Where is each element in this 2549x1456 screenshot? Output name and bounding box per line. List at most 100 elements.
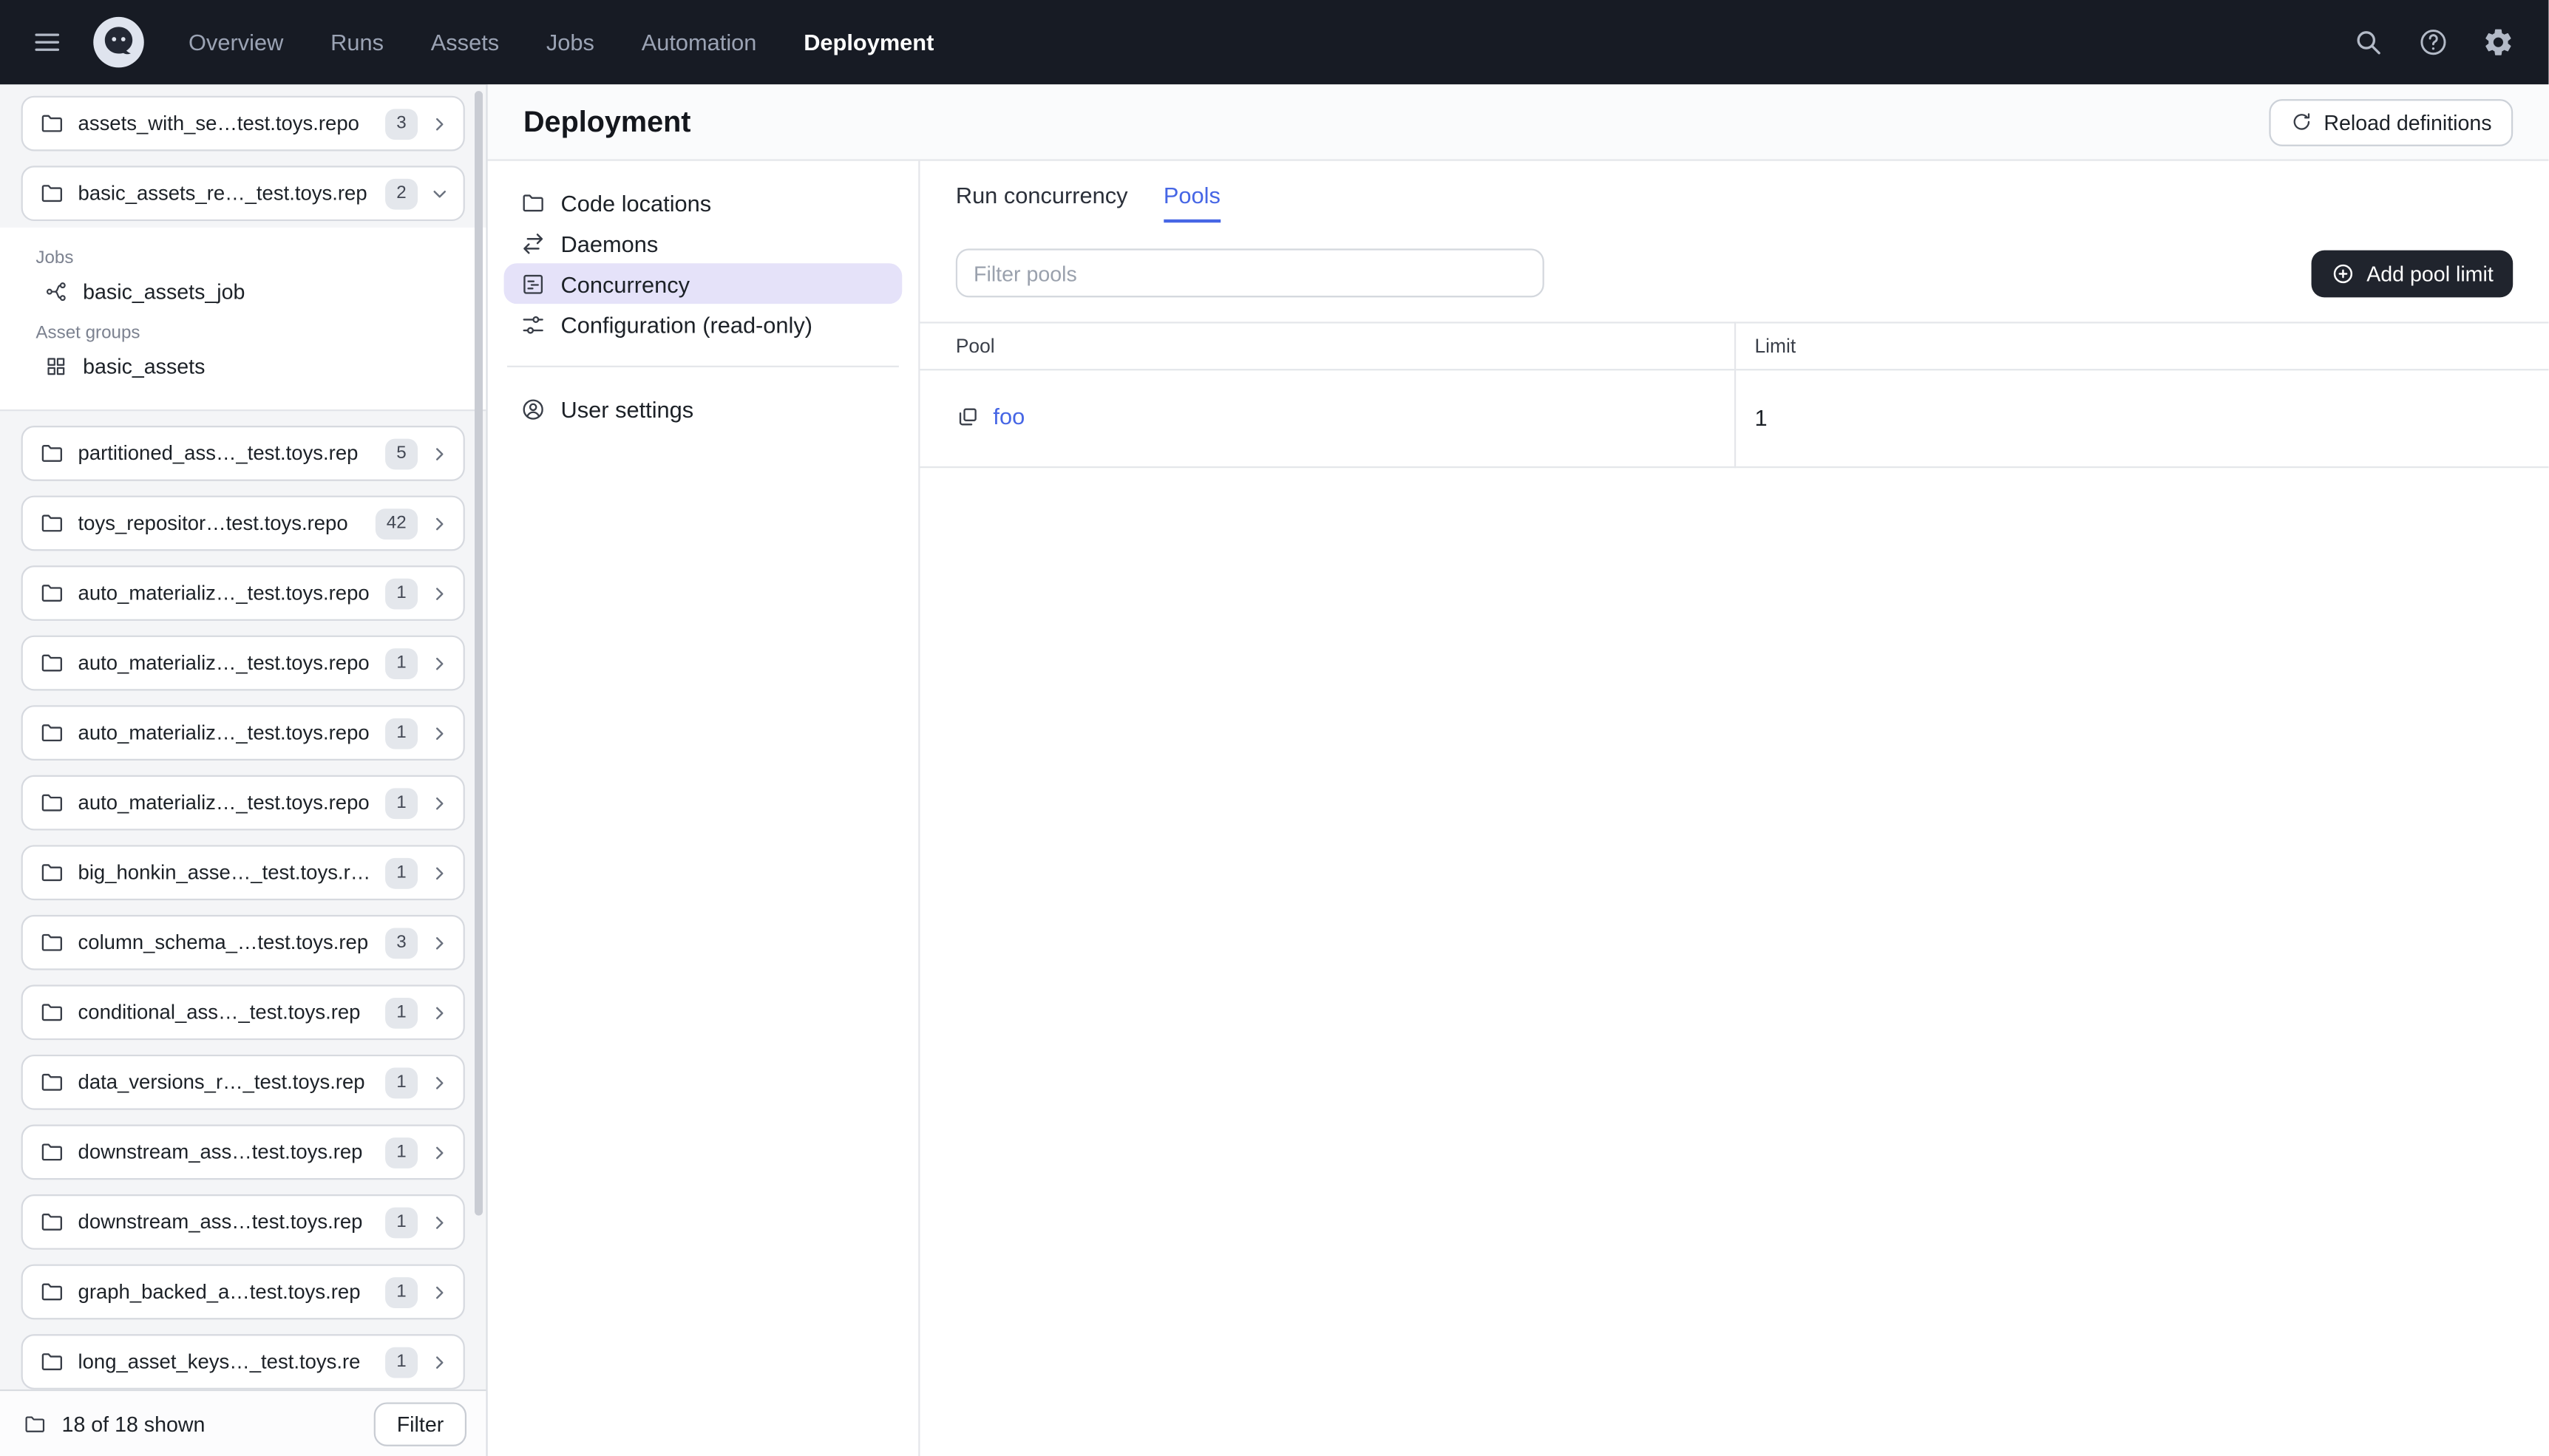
add-pool-limit-button[interactable]: Add pool limit bbox=[2311, 249, 2514, 297]
chevron-right-icon[interactable] bbox=[431, 115, 449, 132]
chevron-right-icon[interactable] bbox=[431, 1283, 449, 1301]
repo-item[interactable]: auto_materializ…_test.toys.repo 1 bbox=[21, 635, 465, 691]
repo-name: long_asset_keys…_test.toys.re bbox=[78, 1350, 361, 1373]
repo-item[interactable]: partitioned_ass…_test.toys.rep 5 bbox=[21, 426, 465, 481]
folder-icon bbox=[520, 189, 546, 215]
folder-icon bbox=[39, 510, 65, 536]
chevron-right-icon[interactable] bbox=[431, 514, 449, 532]
dagster-logo[interactable] bbox=[91, 15, 146, 70]
chevron-right-icon[interactable] bbox=[431, 933, 449, 951]
chevron-down-icon[interactable] bbox=[431, 185, 449, 203]
pool-link-foo[interactable]: foo bbox=[956, 403, 1025, 429]
nav-deployment[interactable]: Deployment bbox=[804, 30, 934, 55]
repo-name: conditional_ass…_test.toys.rep bbox=[78, 1001, 361, 1024]
repo-count-badge: 1 bbox=[384, 996, 418, 1028]
chevron-right-icon[interactable] bbox=[431, 444, 449, 462]
help-button[interactable] bbox=[2409, 18, 2457, 67]
repo-item[interactable]: big_honkin_asse…_test.toys.rep 1 bbox=[21, 845, 465, 901]
repo-item[interactable]: column_schema_…test.toys.rep 3 bbox=[21, 914, 465, 970]
job-icon bbox=[44, 279, 68, 304]
hamburger-menu-button[interactable] bbox=[23, 18, 72, 67]
repo-item[interactable]: graph_backed_a…test.toys.rep 1 bbox=[21, 1264, 465, 1320]
settings-nav-user-settings[interactable]: User settings bbox=[504, 388, 903, 429]
repo-count-badge: 1 bbox=[384, 787, 418, 819]
repo-item[interactable]: toys_repositor…test.toys.repo 42 bbox=[21, 495, 465, 551]
repo-count-badge: 42 bbox=[375, 508, 418, 539]
asset-group-name: basic_assets bbox=[83, 354, 206, 379]
chevron-right-icon[interactable] bbox=[431, 1073, 449, 1091]
chevron-right-icon[interactable] bbox=[431, 654, 449, 672]
nav-overview[interactable]: Overview bbox=[189, 30, 283, 55]
settings-nav-label: Daemons bbox=[560, 230, 659, 256]
repo-count-badge: 1 bbox=[384, 1346, 418, 1378]
settings-nav-divider bbox=[506, 365, 899, 367]
folder-icon bbox=[39, 860, 65, 885]
repo-item[interactable]: auto_materializ…_test.toys.repo 1 bbox=[21, 705, 465, 761]
repo-count-badge: 1 bbox=[384, 1067, 418, 1098]
repo-item-expanded[interactable]: basic_assets_re…_test.toys.rep 2 bbox=[21, 166, 465, 222]
repo-count-badge: 1 bbox=[384, 857, 418, 888]
repo-filter-button[interactable]: Filter bbox=[373, 1401, 467, 1446]
asset-group-item[interactable]: basic_assets bbox=[35, 354, 463, 378]
search-button[interactable] bbox=[2344, 18, 2393, 67]
chevron-right-icon[interactable] bbox=[431, 1213, 449, 1231]
chevron-right-icon[interactable] bbox=[431, 724, 449, 742]
search-icon bbox=[2352, 26, 2385, 58]
swap-arrows-icon bbox=[520, 230, 546, 256]
repo-item[interactable]: conditional_ass…_test.toys.rep 1 bbox=[21, 984, 465, 1041]
nav-automation[interactable]: Automation bbox=[642, 30, 757, 55]
pools-table-header-row: Pool Limit bbox=[920, 322, 2549, 371]
repo-item[interactable]: data_versions_r…_test.toys.rep 1 bbox=[21, 1054, 465, 1110]
nav-runs[interactable]: Runs bbox=[330, 30, 384, 55]
settings-nav-code-locations[interactable]: Code locations bbox=[504, 182, 903, 222]
repo-list: assets_with_se…test.toys.repo 3 basic_as… bbox=[0, 84, 486, 1389]
add-pool-limit-label: Add pool limit bbox=[2366, 260, 2494, 285]
repo-item[interactable]: downstream_ass…test.toys.rep 1 bbox=[21, 1124, 465, 1180]
asset-group-icon bbox=[44, 354, 68, 378]
nav-assets[interactable]: Assets bbox=[431, 30, 499, 55]
pool-icon bbox=[956, 404, 980, 428]
repo-count-badge: 1 bbox=[384, 1276, 418, 1307]
chevron-right-icon[interactable] bbox=[431, 1353, 449, 1370]
pool-name: foo bbox=[993, 403, 1025, 429]
repo-item[interactable]: long_asset_keys…_test.toys.re 1 bbox=[21, 1334, 465, 1389]
sidebar-footer: 18 of 18 shown Filter bbox=[0, 1389, 486, 1456]
repo-count-badge: 2 bbox=[384, 177, 418, 209]
repo-item[interactable]: assets_with_se…test.toys.repo 3 bbox=[21, 95, 465, 152]
repo-item[interactable]: downstream_ass…test.toys.rep 1 bbox=[21, 1194, 465, 1250]
chevron-right-icon[interactable] bbox=[431, 794, 449, 812]
chevron-right-icon[interactable] bbox=[431, 1143, 449, 1161]
topnav-actions bbox=[2344, 18, 2523, 67]
page-title: Deployment bbox=[523, 104, 691, 137]
repo-count-badge: 1 bbox=[384, 1206, 418, 1238]
repo-item[interactable]: auto_materializ…_test.toys.repo 1 bbox=[21, 565, 465, 621]
sidebar-scrollbar[interactable] bbox=[475, 91, 483, 1216]
tab-pools[interactable]: Pools bbox=[1163, 182, 1221, 223]
asset-groups-section-label: Asset groups bbox=[35, 323, 140, 343]
nav-jobs[interactable]: Jobs bbox=[546, 30, 594, 55]
chevron-right-icon[interactable] bbox=[431, 584, 449, 602]
settings-nav-configuration[interactable]: Configuration (read-only) bbox=[504, 304, 903, 344]
repo-name: downstream_ass…test.toys.rep bbox=[78, 1211, 363, 1234]
gear-icon bbox=[2482, 26, 2514, 58]
settings-button[interactable] bbox=[2474, 18, 2522, 67]
repo-name: auto_materializ…_test.toys.repo bbox=[78, 791, 370, 814]
chevron-right-icon[interactable] bbox=[431, 1004, 449, 1021]
settings-nav-concurrency[interactable]: Concurrency bbox=[503, 263, 903, 305]
concurrency-tabs: Run concurrency Pools bbox=[956, 182, 2513, 223]
repo-sidebar: assets_with_se…test.toys.repo 3 basic_as… bbox=[0, 84, 488, 1456]
filter-pools-input[interactable] bbox=[955, 248, 1544, 298]
repo-name: assets_with_se…test.toys.repo bbox=[78, 112, 359, 135]
repo-name: toys_repositor…test.toys.repo bbox=[78, 511, 348, 535]
reload-definitions-label: Reload definitions bbox=[2324, 109, 2492, 135]
repo-item[interactable]: auto_materializ…_test.toys.repo 1 bbox=[21, 775, 465, 831]
settings-nav-daemons[interactable]: Daemons bbox=[504, 222, 903, 263]
job-item[interactable]: basic_assets_job bbox=[35, 279, 463, 304]
chevron-right-icon[interactable] bbox=[431, 864, 449, 882]
tab-run-concurrency[interactable]: Run concurrency bbox=[956, 182, 1128, 222]
reload-definitions-button[interactable]: Reload definitions bbox=[2268, 98, 2514, 146]
page-body: assets_with_se…test.toys.repo 3 basic_as… bbox=[0, 84, 2549, 1456]
repo-count-badge: 3 bbox=[384, 927, 418, 959]
repos-shown-count: 18 of 18 shown bbox=[61, 1411, 206, 1436]
repo-expanded-panel: Jobs basic_assets_job Asset groups basic… bbox=[0, 227, 486, 412]
